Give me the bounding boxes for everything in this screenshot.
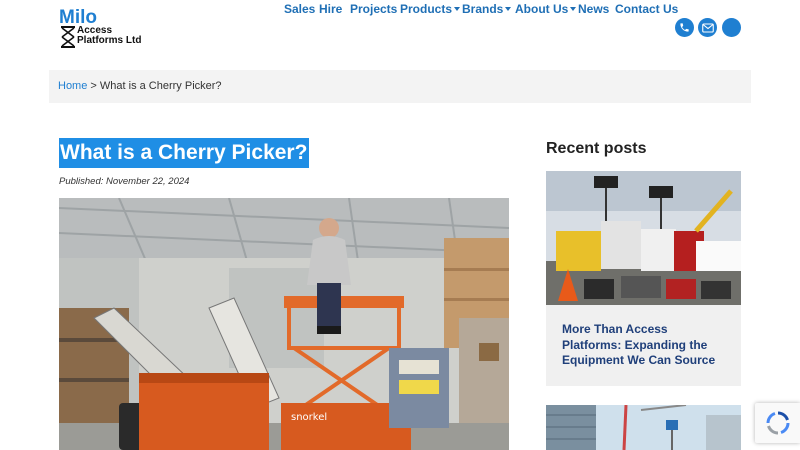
chevron-down-icon: [454, 7, 461, 11]
chevron-down-icon: [505, 7, 512, 11]
mail-glyph: [701, 22, 714, 33]
nav-projects[interactable]: Projects: [350, 0, 397, 18]
nav-contact-us[interactable]: Contact Us: [615, 0, 678, 18]
recent-posts-heading: Recent posts: [546, 140, 647, 157]
hero-brand-text: snorkel: [291, 412, 327, 423]
nav-sales[interactable]: Sales: [284, 0, 315, 18]
nav-brands[interactable]: Brands: [462, 0, 512, 18]
breadcrumb-home-link[interactable]: Home: [58, 80, 87, 92]
chevron-down-icon: [570, 7, 577, 11]
recent-post-thumbnail-2: [546, 405, 741, 450]
recent-post-title[interactable]: More Than Access Platforms: Expanding th…: [562, 322, 730, 369]
nav-about-us[interactable]: About Us: [515, 0, 577, 18]
recent-post-card-2[interactable]: [546, 405, 741, 450]
recaptcha-icon: [766, 411, 789, 435]
published-date: Published: November 22, 2024: [59, 176, 190, 187]
nav-label: Products: [400, 2, 453, 16]
logo-scissor-lift-icon: [61, 26, 75, 48]
nav-news[interactable]: News: [578, 0, 609, 18]
nav-label: News: [578, 2, 610, 16]
nav-label: Projects: [350, 2, 398, 16]
hero-photo-illustration: snorkel: [59, 198, 509, 450]
nav-label: About Us: [515, 2, 569, 16]
page-title: What is a Cherry Picker?: [59, 138, 310, 168]
nav-hire[interactable]: Hire: [319, 0, 342, 18]
site-header: Milo Access Platforms Ltd Sales Hire Pro…: [0, 0, 800, 54]
recent-post-card[interactable]: More Than Access Platforms: Expanding th…: [546, 171, 741, 386]
nav-label: Hire: [319, 2, 343, 16]
breadcrumb: Home > What is a Cherry Picker?: [49, 70, 751, 103]
equipment-photo-illustration: [546, 171, 741, 305]
recaptcha-badge[interactable]: [755, 403, 800, 443]
nav-products[interactable]: Products: [400, 0, 461, 18]
article-hero-image: snorkel: [59, 198, 509, 450]
recent-post-thumbnail[interactable]: [546, 171, 741, 305]
phone-icon[interactable]: [675, 18, 694, 37]
mail-icon[interactable]: [698, 18, 717, 37]
breadcrumb-separator: >: [87, 80, 100, 92]
nav-label: Contact Us: [615, 2, 679, 16]
nav-label: Brands: [462, 2, 504, 16]
site-logo[interactable]: Milo Access Platforms Ltd: [59, 8, 159, 48]
nav-label: Sales: [284, 2, 316, 16]
extra-nav-icon[interactable]: [722, 18, 741, 37]
phone-glyph: [680, 23, 689, 32]
breadcrumb-current: What is a Cherry Picker?: [99, 80, 222, 92]
logo-line-2: Platforms Ltd: [77, 35, 142, 46]
logo-subtitle: Access Platforms Ltd: [77, 26, 141, 46]
